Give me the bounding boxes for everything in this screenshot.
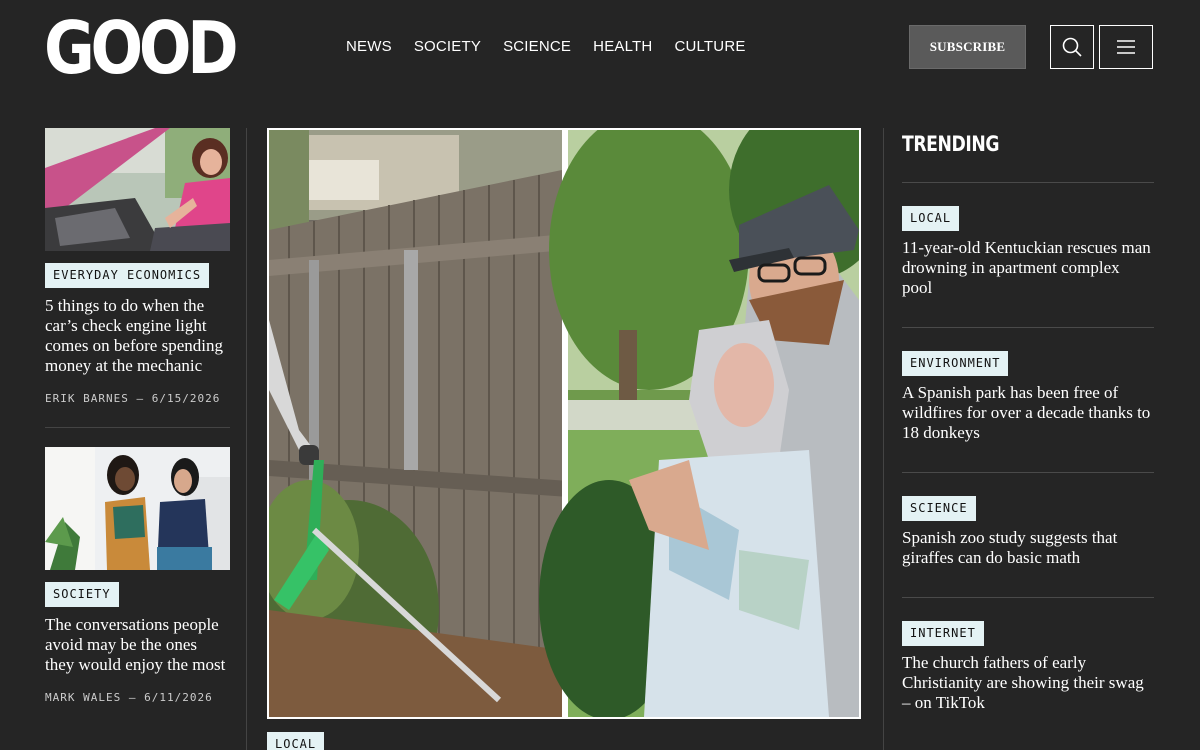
search-button[interactable] — [1050, 25, 1094, 69]
trending-item[interactable]: SCIENCE Spanish zoo study suggests that … — [902, 472, 1154, 597]
nav-item-news[interactable]: NEWS — [346, 38, 392, 55]
trending-sidebar: TRENDING LOCAL 11-year-old Kentuckian re… — [902, 128, 1154, 742]
trending-headline[interactable]: A Spanish park has been free of wildfire… — [902, 383, 1154, 443]
trending-heading: TRENDING — [902, 132, 1000, 156]
search-icon — [1062, 37, 1082, 57]
trending-item[interactable]: ENVIRONMENT A Spanish park has been free… — [902, 327, 1154, 472]
trending-category-tag[interactable]: SCIENCE — [902, 496, 976, 521]
trending-headline[interactable]: 11-year-old Kentuckian rescues man drown… — [902, 238, 1154, 298]
hamburger-menu-icon — [1117, 40, 1135, 54]
trending-item[interactable]: LOCAL 11-year-old Kentuckian rescues man… — [902, 182, 1154, 327]
main-nav: NEWS SOCIETY SCIENCE HEALTH CULTURE — [346, 38, 768, 55]
trending-category-tag[interactable]: ENVIRONMENT — [902, 351, 1009, 376]
nav-item-science[interactable]: SCIENCE — [503, 38, 571, 55]
featured-story-category-tag[interactable]: LOCAL — [267, 732, 325, 750]
story-headline[interactable]: 5 things to do when the car’s check engi… — [45, 296, 230, 376]
trending-headline[interactable]: Spanish zoo study suggests that giraffes… — [902, 528, 1154, 568]
story-thumbnail-car[interactable] — [45, 128, 230, 251]
trending-item[interactable]: INTERNET The church fathers of early Chr… — [902, 597, 1154, 742]
trending-category-tag[interactable]: LOCAL — [902, 206, 960, 231]
story-divider — [45, 427, 230, 428]
story-category-tag[interactable]: SOCIETY — [45, 582, 119, 607]
story-byline: ERIK BARNES – 6/15/2026 — [45, 392, 221, 405]
nav-item-society[interactable]: SOCIETY — [414, 38, 481, 55]
story-thumbnail-conversation[interactable] — [45, 447, 230, 570]
left-story-column: EVERYDAY ECONOMICS 5 things to do when t… — [45, 128, 230, 704]
story-card[interactable]: EVERYDAY ECONOMICS 5 things to do when t… — [45, 128, 230, 405]
site-header: GOOD NEWS SOCIETY SCIENCE HEALTH CULTURE… — [0, 0, 1200, 95]
featured-story-tag-wrap: LOCAL — [267, 732, 325, 750]
column-divider-left — [246, 128, 247, 750]
trending-category-tag[interactable]: INTERNET — [902, 621, 984, 646]
subscribe-button[interactable]: SUBSCRIBE — [909, 25, 1026, 69]
nav-item-culture[interactable]: CULTURE — [674, 38, 745, 55]
site-logo[interactable]: GOOD — [44, 8, 239, 88]
story-category-tag[interactable]: EVERYDAY ECONOMICS — [45, 263, 210, 288]
column-divider-right — [883, 128, 884, 750]
menu-button[interactable] — [1099, 25, 1153, 69]
nav-item-health[interactable]: HEALTH — [593, 38, 652, 55]
story-card[interactable]: SOCIETY The conversations people avoid m… — [45, 447, 230, 704]
trending-headline[interactable]: The church fathers of early Christianity… — [902, 653, 1154, 713]
featured-story-image[interactable] — [267, 128, 861, 719]
story-byline: MARK WALES – 6/11/2026 — [45, 691, 213, 704]
story-headline[interactable]: The conversations people avoid may be th… — [45, 615, 230, 675]
